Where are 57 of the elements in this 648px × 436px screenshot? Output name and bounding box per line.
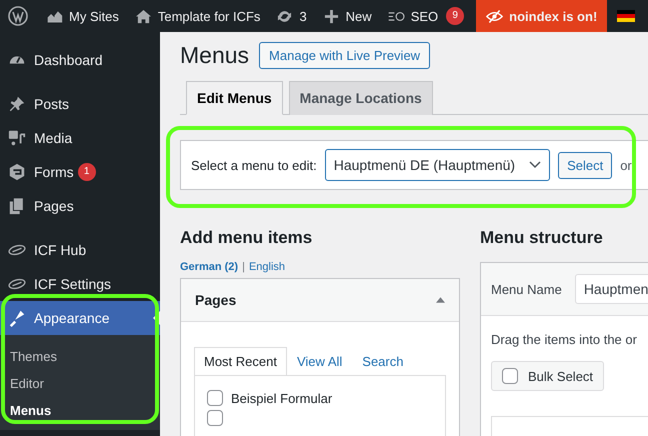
language-link[interactable]: German (2) <box>180 261 238 273</box>
tab[interactable]: Edit Menus <box>186 81 283 115</box>
home-icon <box>134 8 152 24</box>
paintbrush-icon <box>8 309 26 327</box>
submenu-item[interactable]: Themes <box>0 343 160 370</box>
select-label: Select a menu to edit: <box>191 158 317 172</box>
section-heading: Menu structure <box>480 228 604 248</box>
eye-slash-icon <box>486 8 504 24</box>
refresh-icon <box>276 8 294 24</box>
sidebar-item[interactable]: ICF Settings <box>0 267 160 301</box>
houses-icon <box>46 8 63 24</box>
my-sites-link[interactable]: My Sites <box>38 0 127 32</box>
notification-badge: 1 <box>78 163 96 181</box>
tab[interactable]: View All <box>286 347 352 375</box>
forms-icon <box>8 163 26 181</box>
site-name-link[interactable]: Template for ICFs <box>126 0 268 32</box>
language-link[interactable]: English <box>248 261 286 273</box>
sidebar-item[interactable]: Appearance <box>0 301 160 335</box>
notification-badge: 9 <box>446 7 464 25</box>
tab[interactable]: Most Recent <box>194 347 287 375</box>
page-item-label: Beispiel Formular <box>231 390 332 406</box>
seo-link[interactable]: SEO 9 <box>380 0 472 32</box>
new-link[interactable]: New <box>314 0 380 32</box>
select-button[interactable]: Select <box>558 152 612 178</box>
noindex-warning[interactable]: noindex is on! <box>476 0 608 32</box>
german-flag-icon[interactable] <box>617 10 636 22</box>
page-title: Menus <box>180 42 250 69</box>
sidebar-item[interactable]: Pages <box>0 189 160 223</box>
menu-name-field[interactable]: Hauptmen <box>574 274 648 304</box>
tab[interactable]: Search <box>352 347 414 375</box>
sidebar-item[interactable]: Dashboard <box>0 43 160 77</box>
field-label: Menu Name <box>491 282 562 296</box>
live-preview-button[interactable]: Manage with Live Preview <box>259 42 430 69</box>
submenu-item[interactable]: Menus <box>0 397 160 424</box>
sidebar-item[interactable]: Forms 1 <box>0 155 160 189</box>
sidebar-item[interactable]: ICF Hub <box>0 233 160 267</box>
pushpin-icon <box>8 95 26 113</box>
checkbox[interactable] <box>207 390 223 406</box>
bulk-select-button[interactable]: Bulk Select <box>491 361 604 391</box>
instruction-text: Drag the items into the or <box>491 332 638 347</box>
section-heading: Add menu items <box>180 228 314 248</box>
collapse-arrow-icon[interactable] <box>436 297 445 303</box>
chevron-down-icon <box>529 161 542 169</box>
panel-title: Pages <box>195 292 236 308</box>
media-icon <box>8 129 26 147</box>
tab[interactable]: Manage Locations <box>288 81 433 115</box>
wordpress-logo-icon[interactable] <box>8 6 28 26</box>
separator-text: | <box>242 261 245 273</box>
or-text: or <box>620 158 632 172</box>
menu-dropdown[interactable]: Hauptmenü DE (Hauptmenü) <box>324 149 550 181</box>
submenu-item[interactable]: Editor <box>0 370 160 397</box>
sidebar-item[interactable]: Media <box>0 121 160 155</box>
sidebar-item[interactable]: Posts <box>0 87 160 121</box>
checkbox[interactable] <box>207 410 223 426</box>
updates-link[interactable]: 3 <box>268 0 315 32</box>
plus-icon <box>322 8 340 24</box>
pages-icon <box>8 197 26 215</box>
